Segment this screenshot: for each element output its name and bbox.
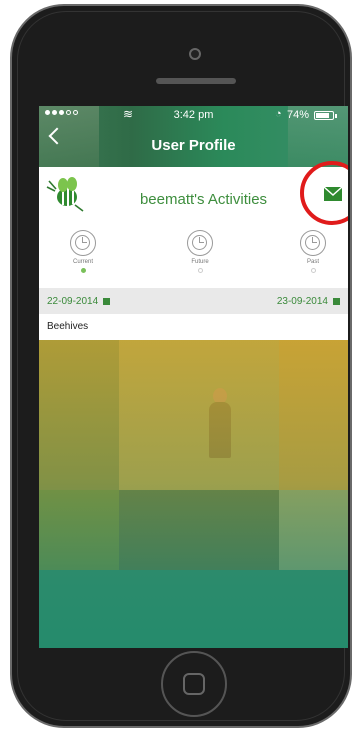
alarm-icon: ◔ — [275, 108, 282, 120]
phone-frame: ≋ 3:42 pm ◔ 74% User Profile beematt's A… — [10, 4, 352, 728]
page-title: User Profile — [151, 137, 236, 154]
activity-name: Beehives — [47, 321, 89, 332]
tab-indicator — [310, 268, 316, 273]
activities-panel: beematt's Activities Current Future Past — [39, 161, 348, 288]
tab-future[interactable]: Future — [170, 230, 230, 273]
gradient-overlay — [39, 340, 348, 648]
activity-item[interactable]: Beehives — [39, 314, 348, 340]
front-camera — [189, 48, 201, 60]
clock-forward-icon — [187, 230, 213, 256]
battery-tip — [335, 114, 337, 118]
tab-indicator-active — [80, 268, 86, 273]
start-date[interactable]: 22-09-2014 — [47, 296, 111, 307]
earpiece-speaker — [156, 78, 236, 84]
calendar-icon — [333, 297, 340, 305]
tab-label-future: Future — [191, 259, 209, 265]
start-date-text: 22-09-2014 — [47, 296, 99, 307]
tab-label-current: Current — [72, 259, 93, 265]
tab-past[interactable]: Past — [283, 230, 343, 273]
tab-label-past: Past — [306, 259, 319, 265]
battery-icon — [314, 111, 334, 120]
end-date[interactable]: 23-09-2014 — [277, 296, 340, 307]
highlight-circle — [300, 161, 348, 225]
photo-collage — [39, 340, 348, 648]
home-button[interactable] — [161, 651, 227, 717]
status-bar: ≋ 3:42 pm ◔ 74% — [39, 106, 348, 124]
battery-percent: 74% — [287, 109, 310, 121]
app-screen: ≋ 3:42 pm ◔ 74% User Profile beematt's A… — [39, 106, 348, 648]
tab-current[interactable]: Current — [53, 230, 113, 273]
profile-header: ≋ 3:42 pm ◔ 74% User Profile — [39, 106, 348, 167]
date-range-row: 22-09-2014 23-09-2014 — [39, 288, 348, 314]
clock-icon — [70, 230, 96, 256]
tab-indicator — [197, 268, 203, 273]
calendar-icon — [103, 297, 111, 305]
end-date-text: 23-09-2014 — [276, 296, 328, 307]
clock-back-icon — [300, 230, 326, 256]
